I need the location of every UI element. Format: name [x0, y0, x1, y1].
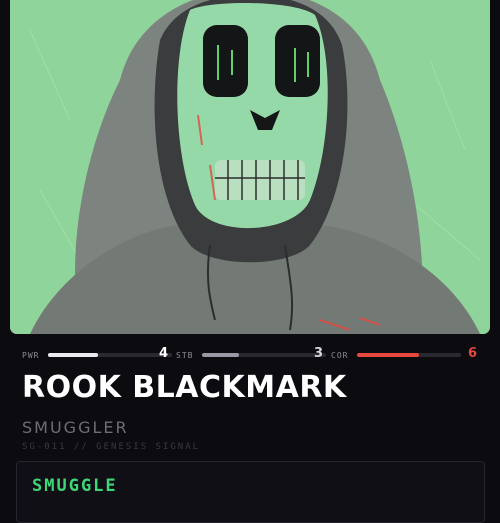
stat-pwr-value: 4: [159, 346, 169, 361]
ability-panel[interactable]: SMUGGLE: [16, 461, 485, 523]
stat-pwr: PWR: [22, 346, 172, 364]
stat-cor-label: COR: [331, 351, 349, 360]
stat-cor-track: [357, 353, 461, 357]
stat-cor-fill: [357, 353, 420, 357]
stat-stb: STB: [176, 346, 326, 364]
portrait-art: [10, 0, 490, 334]
stats-bar: PWR 4 STB 3 COR 6: [0, 346, 500, 364]
stat-pwr-label: PWR: [22, 351, 40, 360]
character-name: ROOK BLACKMARK: [22, 370, 347, 405]
stat-stb-fill: [202, 353, 240, 357]
character-card[interactable]: PWR 4 STB 3 COR 6 ROOK BLACKMARK SMUGGLE…: [0, 0, 500, 523]
stat-cor: COR: [331, 346, 461, 364]
stat-pwr-fill: [48, 353, 98, 357]
stat-cor-value: 6: [468, 346, 478, 361]
stat-pwr-track: [48, 353, 172, 357]
stat-stb-value: 3: [314, 346, 324, 361]
stat-stb-label: STB: [176, 351, 194, 360]
card-serial: SG-011 // GENESIS SIGNAL: [22, 442, 201, 452]
stat-stb-track: [202, 353, 326, 357]
character-role: SMUGGLER: [22, 418, 129, 437]
hooded-skull-illustration: [10, 0, 490, 334]
ability-title: SMUGGLE: [32, 476, 118, 496]
